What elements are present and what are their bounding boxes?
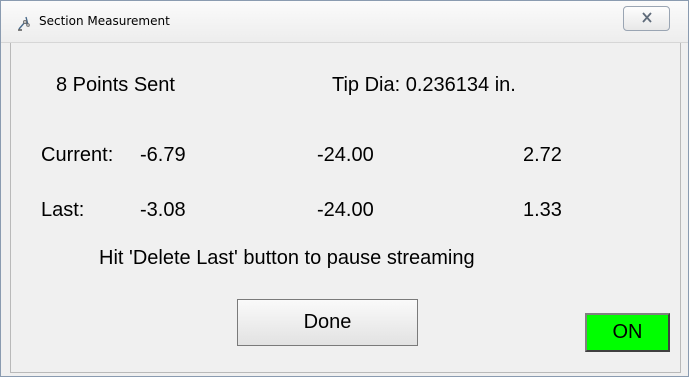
last-x-value: -3.08 — [140, 199, 186, 221]
points-sent-label: 8 Points Sent — [56, 74, 175, 96]
window-title: Section Measurement — [39, 14, 170, 28]
section-measurement-window: Section Measurement 8 Points Sent Tip Di… — [0, 0, 689, 377]
title-bar[interactable]: Section Measurement — [1, 1, 688, 43]
tip-diameter-label: Tip Dia: 0.236134 in. — [332, 74, 516, 96]
on-status-indicator: ON — [585, 313, 670, 352]
current-label: Current: — [41, 144, 114, 166]
last-y-value: -24.00 — [317, 199, 374, 221]
done-button[interactable]: Done — [237, 299, 418, 346]
streaming-hint: Hit 'Delete Last' button to pause stream… — [99, 247, 475, 269]
current-z-value: 2.72 — [523, 144, 562, 166]
close-icon — [641, 10, 653, 28]
probe-arm-icon — [16, 14, 34, 32]
current-y-value: -24.00 — [317, 144, 374, 166]
last-z-value: 1.33 — [523, 199, 562, 221]
last-label: Last: — [41, 199, 85, 221]
current-x-value: -6.79 — [140, 144, 186, 166]
close-button[interactable] — [623, 6, 670, 31]
dialog-content: 8 Points Sent Tip Dia: 0.236134 in. Curr… — [10, 43, 681, 373]
